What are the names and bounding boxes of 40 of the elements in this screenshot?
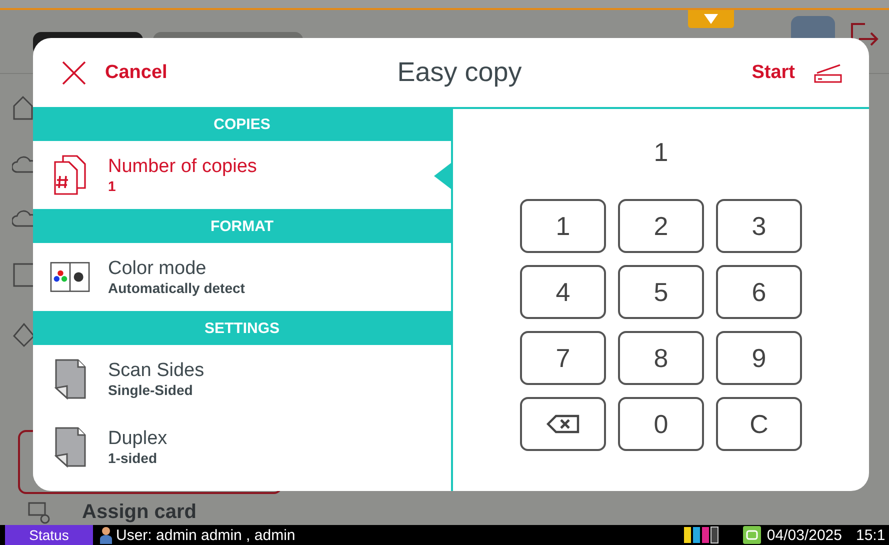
copies-icon xyxy=(51,154,89,196)
backspace-icon xyxy=(546,414,580,434)
section-header: SETTINGS xyxy=(33,311,451,345)
color-mode-icon xyxy=(50,261,90,293)
digit-key[interactable]: 2 xyxy=(618,199,704,253)
sidebar-item[interactable]: Assign card xyxy=(82,501,196,525)
page-icon xyxy=(53,358,87,400)
clear-key[interactable]: C xyxy=(716,397,802,451)
section-header: FORMAT xyxy=(33,209,451,243)
digit-key[interactable]: 7 xyxy=(520,331,606,385)
status-button[interactable]: Status xyxy=(5,525,93,545)
digit-key[interactable]: 1 xyxy=(520,199,606,253)
digit-key[interactable]: 9 xyxy=(716,331,802,385)
backspace-key[interactable] xyxy=(520,397,606,451)
date-text: 04/03/2025 xyxy=(766,526,842,544)
cancel-button[interactable]: Cancel xyxy=(61,60,168,86)
toner-level-icon xyxy=(682,526,721,544)
scanner-icon xyxy=(813,62,843,84)
cloud-icon[interactable] xyxy=(12,208,34,228)
network-icon xyxy=(742,526,761,544)
copies-display: 1 xyxy=(654,137,668,169)
page-icon xyxy=(53,426,87,468)
section-header: COPIES xyxy=(33,107,451,141)
digit-key[interactable]: 0 xyxy=(618,397,704,451)
digit-key[interactable]: 5 xyxy=(618,265,704,319)
close-icon xyxy=(61,60,87,86)
home-icon[interactable] xyxy=(12,94,34,120)
digit-key[interactable]: 8 xyxy=(618,331,704,385)
dialog-title: Easy copy xyxy=(396,57,523,88)
start-button[interactable]: Start xyxy=(752,62,843,84)
cloud-icon[interactable] xyxy=(12,154,34,174)
user-text: User: admin admin , admin xyxy=(116,526,296,544)
down-arrow-icon xyxy=(704,14,718,24)
digit-key[interactable]: 3 xyxy=(716,199,802,253)
card-user-icon[interactable] xyxy=(28,501,52,525)
digit-key[interactable]: 4 xyxy=(520,265,606,319)
user-icon xyxy=(99,526,113,544)
digit-key[interactable]: 6 xyxy=(716,265,802,319)
diamond-icon[interactable] xyxy=(12,322,34,348)
time-text: 15:1 xyxy=(856,526,886,544)
